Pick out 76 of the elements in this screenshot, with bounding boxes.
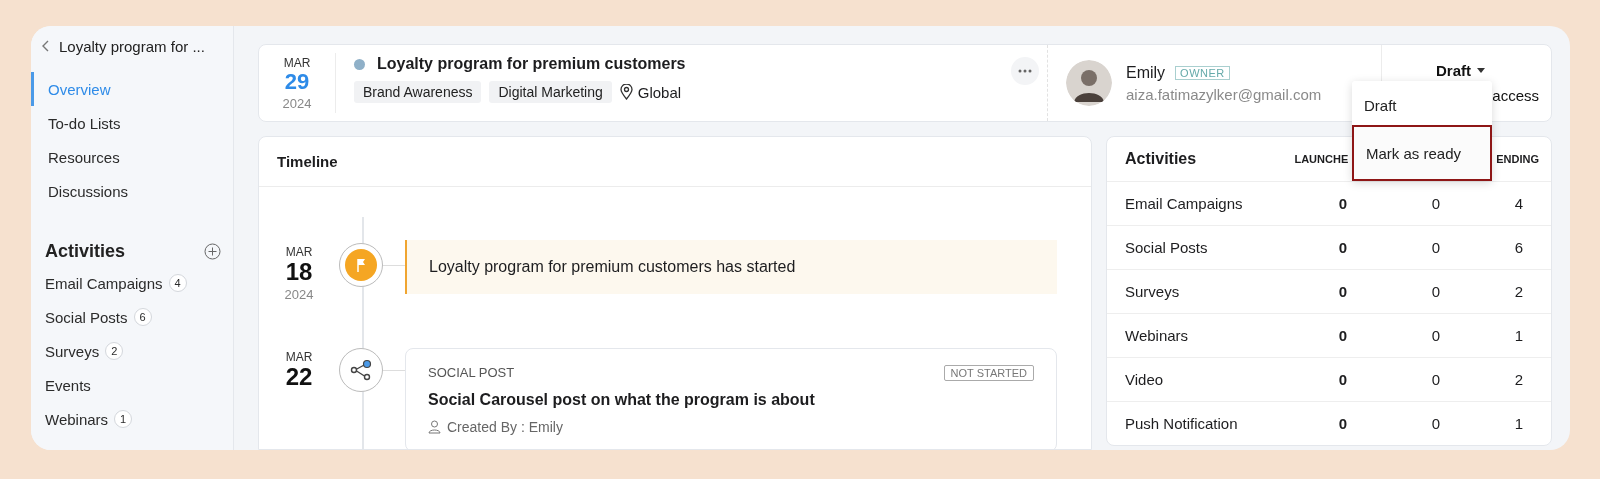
count-badge: 4 <box>168 274 187 292</box>
count-badge: 2 <box>105 342 124 360</box>
table-cell-text: 0 <box>1430 239 1442 256</box>
row-label: Email Campaigns <box>1125 195 1244 212</box>
menu-item[interactable]: Draft <box>1352 85 1492 125</box>
table-cell-text: 0 <box>1337 283 1349 300</box>
milestone-text: Loyalty program for premium customers has started <box>405 240 1057 294</box>
table-cell-text: 0 <box>1430 195 1442 212</box>
table-cell-text: 0 <box>1337 371 1349 388</box>
table-cell-text: 0 <box>1430 415 1442 432</box>
status-dot <box>354 58 365 70</box>
back-icon[interactable] <box>41 40 51 52</box>
nav-item[interactable]: To-do Lists <box>31 106 233 140</box>
table-cell-text: 0 <box>1337 195 1349 212</box>
activity-link[interactable]: Surveys <box>45 342 100 360</box>
location: Global <box>637 83 682 101</box>
status-dropdown[interactable]: Draft <box>1436 62 1485 79</box>
table-cell-text: 2 <box>1513 283 1524 300</box>
status-caption: access <box>1492 87 1539 104</box>
activity-link[interactable]: Events <box>45 376 91 394</box>
project-title: Loyalty program for ... <box>59 37 205 55</box>
status-badge: NOT STARTED <box>943 365 1034 381</box>
post-title: Social Carousel post on what the program is about <box>428 391 816 409</box>
avatar <box>1066 60 1112 106</box>
row-label: Surveys <box>1125 283 1181 300</box>
date-month: MAR <box>283 55 311 70</box>
menu-item[interactable]: Mark as ready <box>1352 125 1492 181</box>
table-cell-text: 0 <box>1430 327 1442 344</box>
row-label: Webinars <box>1125 327 1190 344</box>
row-label: Social Posts <box>1125 239 1209 256</box>
nav-item[interactable]: Discussions <box>31 174 233 208</box>
table-cell-text: 0 <box>1337 415 1349 432</box>
date-day: 18 <box>285 259 313 285</box>
activity-link[interactable]: Webinars <box>45 410 109 428</box>
date-day: 22 <box>285 364 313 390</box>
row-label: Push Notification <box>1125 415 1239 432</box>
table-cell-text: 1 <box>1513 327 1524 344</box>
add-icon[interactable] <box>204 242 221 260</box>
count-badge: 1 <box>114 410 133 428</box>
share-icon <box>339 348 383 392</box>
count-badge: 6 <box>133 308 152 326</box>
created-by: Created By : Emily <box>447 419 563 435</box>
section-heading: Activities <box>45 240 126 262</box>
post-type: SOCIAL POST <box>428 365 515 381</box>
more-icon <box>1018 69 1032 73</box>
activity-link[interactable]: Email Campaigns <box>45 274 163 292</box>
location-icon <box>619 84 633 100</box>
date-month: MAR <box>285 245 313 259</box>
owner-name: Emily <box>1126 63 1166 82</box>
date-year: 2024 <box>284 287 314 302</box>
user-icon <box>428 420 441 434</box>
table-cell-text: 1 <box>1513 415 1524 432</box>
column-header: ENDING <box>1496 153 1539 165</box>
role-badge: OWNER <box>1175 65 1230 80</box>
table-cell-text: 0 <box>1430 283 1442 300</box>
panel-title: Activities <box>1125 150 1198 168</box>
table-cell-text: 4 <box>1513 195 1524 212</box>
table-cell-text: 0 <box>1337 327 1349 344</box>
date-month: MAR <box>285 350 313 364</box>
flag-icon <box>339 243 383 287</box>
column-header: LAUNCHE <box>1294 153 1349 165</box>
nav-item[interactable]: Resources <box>31 140 233 174</box>
date-day: 29 <box>284 69 310 94</box>
owner-email: aiza.fatimazylker@gmail.com <box>1126 85 1322 103</box>
table-cell-text: 6 <box>1513 239 1524 256</box>
tag: Brand Awareness <box>354 81 482 103</box>
activity-link[interactable]: Social Posts <box>45 308 128 326</box>
row-label: Video <box>1125 371 1165 388</box>
program-title: Loyalty program for premium customers <box>377 55 686 73</box>
tag: Digital Marketing <box>489 81 612 103</box>
caret-icon <box>1477 68 1485 73</box>
table-cell-text: 0 <box>1337 239 1349 256</box>
table-cell-text: 0 <box>1430 371 1442 388</box>
panel-title: Timeline <box>259 137 1091 187</box>
date-year: 2024 <box>282 95 312 111</box>
table-cell-text: 2 <box>1513 371 1524 388</box>
